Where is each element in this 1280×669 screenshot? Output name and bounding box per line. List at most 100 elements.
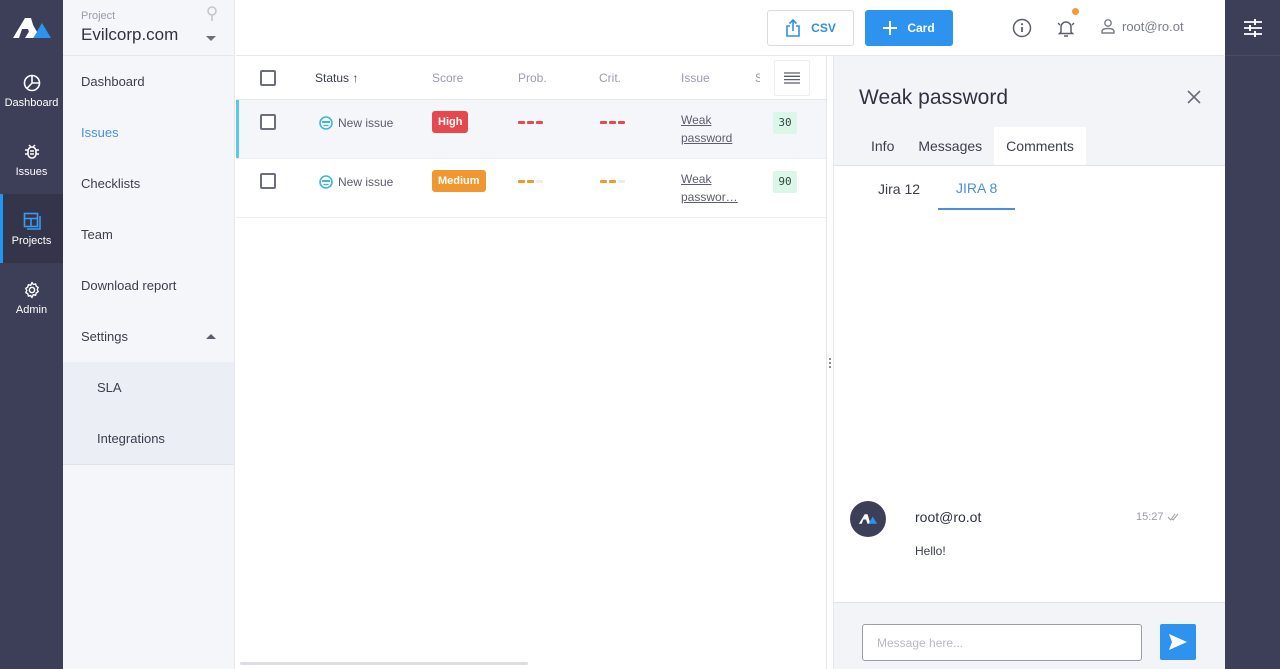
new-issue-icon xyxy=(319,116,333,130)
column-menu-button[interactable] xyxy=(774,60,810,96)
rail-label: Projects xyxy=(11,234,52,247)
nav-item-checklists[interactable]: Checklists xyxy=(63,158,234,209)
dashboard-icon xyxy=(22,73,42,93)
count-badge: 30 xyxy=(773,112,797,134)
rail-item-issues[interactable]: Issues xyxy=(0,125,63,194)
nav-item-issues[interactable]: Issues xyxy=(63,107,234,158)
row-checkbox[interactable] xyxy=(260,173,276,189)
projects-icon xyxy=(22,211,42,231)
score-badge: Medium xyxy=(432,170,486,192)
bell-icon[interactable] xyxy=(1055,8,1079,39)
table-header: Status ↑ Score Prob. Crit. Issue S xyxy=(236,56,826,100)
column-crit[interactable]: Crit. xyxy=(599,71,621,85)
tab-comments[interactable]: Comments xyxy=(994,127,1086,165)
right-rail xyxy=(1225,0,1280,669)
menu-icon xyxy=(784,72,800,84)
nav-label: Settings xyxy=(81,329,128,344)
issue-link[interactable]: Weak passwor… xyxy=(681,170,743,206)
probability-indicator xyxy=(518,180,543,183)
add-card-button[interactable]: Card xyxy=(865,10,953,46)
count-badge: 90 xyxy=(773,171,797,193)
tab-info[interactable]: Info xyxy=(859,127,906,165)
nav-item-settings[interactable]: Settings xyxy=(63,311,234,362)
user-icon xyxy=(1101,19,1115,34)
nav-item-sla[interactable]: SLA xyxy=(63,362,234,413)
sort-asc-icon: ↑ xyxy=(352,71,359,85)
comment-author: root@ro.ot xyxy=(915,509,982,525)
nav-label: Issues xyxy=(81,125,119,140)
panel-resize-handle[interactable] xyxy=(826,56,834,669)
plus-icon xyxy=(883,21,898,35)
nav-label: Team xyxy=(81,227,113,242)
panel-tabs: Info Messages Comments xyxy=(859,127,1086,165)
new-issue-icon xyxy=(319,175,333,189)
score-badge: High xyxy=(432,111,469,133)
rail-item-projects[interactable]: Projects xyxy=(0,194,63,263)
chevron-up-icon xyxy=(206,334,216,339)
project-label: Project xyxy=(81,10,116,22)
csv-label: CSV xyxy=(811,21,836,35)
column-s[interactable]: S xyxy=(755,71,760,85)
project-name: Evilcorp.com xyxy=(81,25,179,44)
card-label: Card xyxy=(907,21,935,35)
issue-detail-panel: Weak password Info Messages Comments Jir… xyxy=(834,56,1225,669)
logo-icon xyxy=(12,18,51,38)
column-status[interactable]: Status ↑ xyxy=(315,71,358,85)
bug-icon xyxy=(22,142,42,162)
criticality-indicator xyxy=(600,121,625,124)
app-logo[interactable] xyxy=(0,0,63,56)
rail-label: Dashboard xyxy=(4,96,59,109)
nav-label: Integrations xyxy=(97,431,165,446)
subtab-jira-8[interactable]: JIRA 8 xyxy=(938,168,1016,210)
issues-table: Status ↑ Score Prob. Crit. Issue S New i… xyxy=(236,56,826,669)
horizontal-scrollbar[interactable] xyxy=(240,662,528,665)
comment-text: Hello! xyxy=(915,544,946,558)
probability-indicator xyxy=(518,121,543,124)
comment-composer xyxy=(834,602,1225,669)
criticality-indicator xyxy=(600,180,625,183)
settings-submenu: SLA Integrations xyxy=(63,362,234,465)
share-icon xyxy=(786,19,800,37)
issue-link[interactable]: Weak password xyxy=(681,111,743,147)
subtab-jira-12[interactable]: Jira 12 xyxy=(860,168,938,210)
nav-item-integrations[interactable]: Integrations xyxy=(63,413,234,464)
nav-label: SLA xyxy=(97,380,122,395)
panel-header: Weak password Info Messages Comments xyxy=(834,56,1225,166)
filter-settings-button[interactable] xyxy=(1225,0,1280,56)
comment-source-tabs: Jira 12 JIRA 8 xyxy=(860,168,1016,210)
message-input[interactable] xyxy=(862,624,1142,661)
nav-item-dashboard[interactable]: Dashboard xyxy=(63,56,234,107)
table-row[interactable]: New issue High Weak password 30 xyxy=(236,100,826,159)
user-email: root@ro.ot xyxy=(1122,18,1184,34)
rail-label: Admin xyxy=(15,303,48,316)
double-check-icon xyxy=(1167,513,1178,521)
column-score[interactable]: Score xyxy=(432,71,463,85)
nav-label: Dashboard xyxy=(81,74,145,89)
close-icon[interactable] xyxy=(1187,90,1201,109)
app-rail: Dashboard Issues Projects Admin xyxy=(0,0,63,669)
export-csv-button[interactable]: CSV xyxy=(767,10,854,46)
chevron-down-icon[interactable] xyxy=(206,36,216,41)
project-selector[interactable]: Project Evilcorp.com xyxy=(63,0,234,56)
status-cell: New issue xyxy=(319,175,393,189)
nav-label: Checklists xyxy=(81,176,141,191)
rail-item-admin[interactable]: Admin xyxy=(0,263,63,332)
row-checkbox[interactable] xyxy=(260,114,276,130)
nav-item-download-report[interactable]: Download report xyxy=(63,260,234,311)
info-icon[interactable] xyxy=(1011,17,1033,39)
select-all-checkbox[interactable] xyxy=(260,70,276,86)
table-row[interactable]: New issue Medium Weak passwor… 90 xyxy=(236,159,826,218)
nav-label: Download report xyxy=(81,278,177,293)
rail-label: Issues xyxy=(15,165,48,178)
column-issue[interactable]: Issue xyxy=(681,71,710,85)
user-menu[interactable]: root@ro.ot xyxy=(1100,18,1184,34)
grip-icon xyxy=(829,358,831,370)
pin-icon[interactable] xyxy=(206,6,218,27)
nav-item-team[interactable]: Team xyxy=(63,209,234,260)
column-prob[interactable]: Prob. xyxy=(518,71,547,85)
sliders-icon xyxy=(1243,18,1262,37)
send-button[interactable] xyxy=(1160,624,1196,660)
top-bar: CSV Card root@ro.ot xyxy=(236,0,1224,56)
rail-item-dashboard[interactable]: Dashboard xyxy=(0,56,63,125)
tab-messages[interactable]: Messages xyxy=(906,127,994,165)
